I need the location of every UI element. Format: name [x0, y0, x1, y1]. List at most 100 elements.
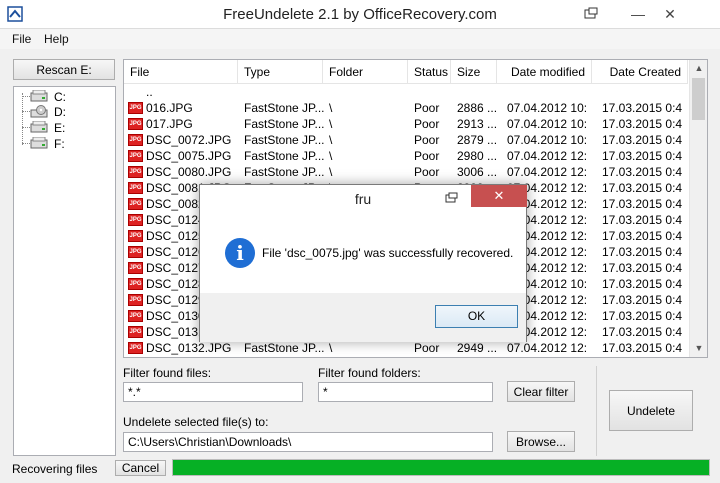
table-row[interactable]: JPG 017.JPG FastStone JP... \ Poor 2913 ... 07… — [124, 116, 688, 132]
table-row[interactable]: JPG DSC_0075.JPG FastStone JP... \ Poor 2980 … — [124, 148, 688, 164]
table-cell: 17.03.2015 0:43 — [602, 101, 682, 115]
table-cell: 17.03.2015 0:43 — [602, 197, 682, 211]
table-cell: FastStone JP... — [244, 341, 325, 355]
table-cell: 17.03.2015 0:43 — [602, 261, 682, 275]
table-cell: 17.03.2015 0:43 — [602, 229, 682, 243]
table-cell: 2949 ... — [457, 341, 498, 355]
destination-label: Undelete selected file(s) to: — [123, 415, 269, 429]
optical-drive-icon — [30, 105, 48, 118]
table-cell: 07.04.2012 12:09 — [507, 149, 587, 163]
minimize-button[interactable]: — — [626, 5, 650, 23]
jpg-file-icon: JPG — [128, 118, 143, 130]
jpg-file-icon: JPG — [128, 214, 143, 226]
jpg-file-icon: JPG — [128, 150, 143, 162]
vertical-scrollbar[interactable]: ▲ ▼ — [689, 60, 707, 357]
table-row[interactable]: JPG DSC_0080.JPG FastStone JP... \ Poor 3006 … — [124, 164, 688, 180]
table-cell: 17.03.2015 0:43 — [602, 293, 682, 307]
filter-folders-label: Filter found folders: — [318, 366, 421, 380]
table-cell: 17.03.2015 0:43 — [602, 341, 682, 355]
column-status[interactable]: Status — [408, 60, 451, 84]
rescan-button[interactable]: Rescan E: — [13, 59, 115, 80]
jpg-file-icon: JPG — [128, 294, 143, 306]
dialog-message: File 'dsc_0075.jpg' was successfully rec… — [262, 246, 514, 260]
table-cell: 07.04.2012 12:54 — [507, 341, 587, 355]
jpg-file-icon: JPG — [128, 278, 143, 290]
progress-bar — [172, 459, 710, 476]
filter-files-label: Filter found files: — [123, 366, 212, 380]
table-cell: FastStone JP... — [244, 101, 325, 115]
dialog-close-button[interactable]: ✕ — [471, 185, 527, 207]
table-cell: 016.JPG — [146, 101, 193, 115]
table-cell: DSC_0080.JPG — [146, 165, 232, 179]
clear-filter-button[interactable]: Clear filter — [507, 381, 575, 402]
table-cell: DSC_0132.JPG — [146, 341, 232, 355]
column-file[interactable]: File — [124, 60, 238, 84]
table-cell: DSC_0075.JPG — [146, 149, 232, 163]
close-button[interactable]: ✕ — [658, 5, 682, 23]
filter-folders-input[interactable] — [318, 382, 493, 402]
window-overlay-icon[interactable] — [445, 192, 458, 204]
hard-drive-icon — [30, 90, 48, 102]
table-cell: Poor — [414, 341, 440, 355]
table-cell: \ — [329, 341, 333, 355]
table-cell: DSC_0072.JPG — [146, 133, 232, 147]
drive-item-d[interactable]: D: — [14, 105, 114, 119]
table-cell: 2886 ... — [457, 101, 498, 115]
drive-item-c[interactable]: C: — [14, 90, 114, 104]
jpg-file-icon: JPG — [128, 198, 143, 210]
menu-bar: File Help — [0, 29, 720, 49]
table-cell: FastStone JP... — [244, 149, 325, 163]
table-cell: FastStone JP... — [244, 133, 325, 147]
jpg-file-icon: JPG — [128, 246, 143, 258]
undelete-button[interactable]: Undelete — [609, 390, 693, 431]
table-cell: 3006 ... — [457, 165, 498, 179]
drive-tree[interactable]: C: D: E: F: — [13, 86, 116, 456]
column-date-created[interactable]: Date Created — [592, 60, 688, 84]
scroll-thumb[interactable] — [692, 78, 705, 120]
jpg-file-icon: JPG — [128, 310, 143, 322]
hard-drive-icon — [30, 137, 48, 149]
drive-item-f[interactable]: F: — [14, 137, 114, 151]
table-cell: \ — [329, 133, 333, 147]
progress-fill — [173, 460, 709, 475]
column-date-modified[interactable]: Date modified — [497, 60, 592, 84]
scroll-up-arrow-icon[interactable]: ▲ — [690, 60, 707, 77]
title-bar: FreeUndelete 2.1 by OfficeRecovery.com —… — [0, 0, 720, 29]
table-cell: FastStone JP... — [244, 165, 325, 179]
drive-item-e[interactable]: E: — [14, 121, 114, 135]
status-text: Recovering files — [12, 462, 98, 476]
menu-file[interactable]: File — [12, 32, 31, 46]
window-overlay-icon[interactable] — [584, 7, 598, 20]
table-cell: 17.03.2015 0:43 — [602, 309, 682, 323]
table-cell: 17.03.2015 0:43 — [602, 277, 682, 291]
cancel-button[interactable]: Cancel — [115, 460, 166, 476]
recovery-dialog: fru ✕ i File 'dsc_0075.jpg' was successf… — [199, 184, 527, 342]
filter-files-input[interactable] — [123, 382, 303, 402]
scroll-down-arrow-icon[interactable]: ▼ — [690, 340, 707, 357]
column-folder[interactable]: Folder — [323, 60, 408, 84]
table-cell: 17.03.2015 0:43 — [602, 213, 682, 227]
browse-button[interactable]: Browse... — [507, 431, 575, 452]
jpg-file-icon: JPG — [128, 134, 143, 146]
table-cell: \ — [329, 149, 333, 163]
jpg-file-icon: JPG — [128, 102, 143, 114]
parent-folder-row[interactable]: .. — [124, 84, 688, 100]
table-cell: Poor — [414, 101, 440, 115]
table-cell: Poor — [414, 165, 440, 179]
table-row[interactable]: JPG DSC_0132.JPG FastStone JP... \ Poor 2949 … — [124, 340, 688, 356]
jpg-file-icon: JPG — [128, 166, 143, 178]
table-cell: 17.03.2015 0:43 — [602, 165, 682, 179]
table-row[interactable]: JPG 016.JPG FastStone JP... \ Poor 2886 ... 07… — [124, 100, 688, 116]
jpg-file-icon: JPG — [128, 182, 143, 194]
destination-input[interactable] — [123, 432, 493, 452]
table-cell: 2879 ... — [457, 133, 498, 147]
ok-button[interactable]: OK — [435, 305, 518, 328]
table-cell: 17.03.2015 0:43 — [602, 245, 682, 259]
menu-help[interactable]: Help — [44, 32, 69, 46]
jpg-file-icon: JPG — [128, 326, 143, 338]
table-row[interactable]: JPG DSC_0072.JPG FastStone JP... \ Poor 2879 … — [124, 132, 688, 148]
jpg-file-icon: JPG — [128, 342, 143, 354]
column-size[interactable]: Size — [451, 60, 497, 84]
column-type[interactable]: Type — [238, 60, 323, 84]
table-cell: 17.03.2015 0:43 — [602, 133, 682, 147]
